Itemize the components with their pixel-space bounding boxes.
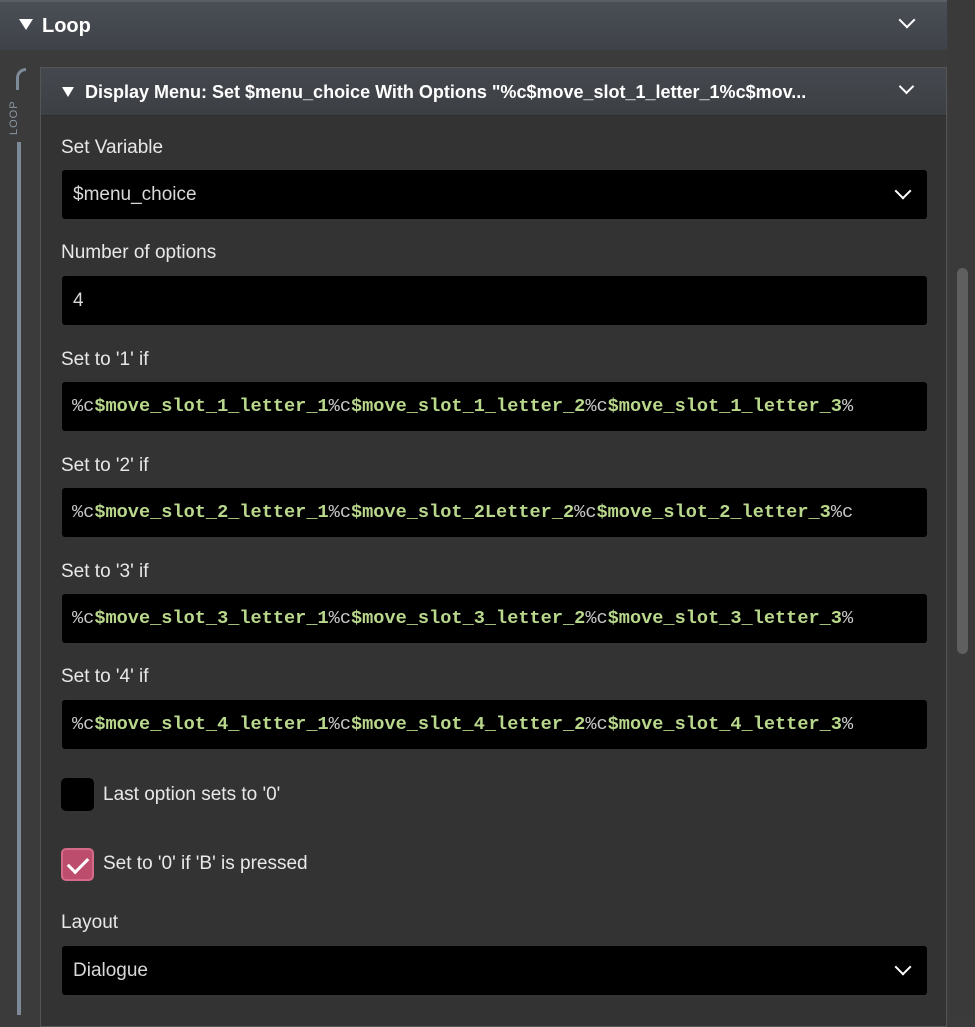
scrollbar-thumb[interactable] — [957, 268, 968, 654]
option-2-input[interactable]: %c$move_slot_2_letter_1%c$move_slot_2Let… — [62, 488, 927, 537]
variable-token: $move_slot_1_letter_2 — [350, 396, 586, 417]
format-token: %c — [72, 714, 95, 735]
b-pressed-zero-checkbox[interactable] — [61, 848, 94, 881]
format-token: % — [841, 608, 854, 629]
variable-token: $move_slot_3_letter_1 — [94, 608, 329, 629]
last-option-zero-checkbox[interactable] — [61, 778, 94, 811]
format-token: %c — [328, 502, 351, 523]
variable-token: $move_slot_4_letter_1 — [94, 714, 329, 735]
format-token: %c — [328, 396, 351, 417]
option-2-label: Set to '2' if — [61, 455, 149, 476]
option-4-input[interactable]: %c$move_slot_4_letter_1%c$move_slot_4_le… — [62, 700, 927, 749]
event-title: Display Menu: Set $menu_choice With Opti… — [85, 82, 807, 102]
format-token: %c — [830, 502, 854, 523]
loop-title: Loop — [42, 15, 91, 37]
format-token: % — [841, 714, 854, 735]
format-token: % — [841, 396, 854, 417]
variable-token: $move_slot_2_letter_1 — [94, 502, 329, 523]
format-token: %c — [72, 502, 95, 523]
set-variable-label: Set Variable — [61, 137, 164, 158]
option-1-label: Set to '1' if — [61, 349, 149, 370]
chevron-down-icon[interactable] — [898, 78, 915, 95]
loop-rail-line — [17, 142, 21, 1015]
format-token: %c — [328, 608, 351, 629]
option-1-input[interactable]: %c$move_slot_1_letter_1%c$move_slot_1_le… — [62, 382, 927, 431]
b-pressed-zero-label: Set to '0' if 'B' is pressed — [103, 853, 308, 874]
variable-token: $move_slot_2_letter_3 — [596, 502, 831, 523]
layout-value: Dialogue — [73, 960, 148, 981]
variable-token: $move_slot_2Letter_2 — [350, 502, 575, 523]
chevron-down-icon[interactable] — [894, 182, 912, 200]
set-variable-value: $menu_choice — [73, 184, 197, 205]
loop-rail-hook — [16, 68, 26, 90]
option-4-label: Set to '4' if — [61, 666, 149, 687]
checkmark-icon — [66, 851, 90, 875]
format-token: %c — [585, 396, 608, 417]
loop-rail-label: LOOP — [8, 100, 20, 136]
format-token: %c — [585, 608, 608, 629]
format-token: %c — [574, 502, 597, 523]
variable-token: $move_slot_1_letter_3 — [607, 396, 842, 417]
variable-token: $move_slot_1_letter_1 — [94, 396, 329, 417]
event-header[interactable]: Display Menu: Set $menu_choice With Opti… — [41, 68, 946, 116]
chevron-down-icon[interactable] — [894, 958, 912, 976]
number-of-options-value: 4 — [73, 290, 84, 311]
collapse-triangle-icon[interactable] — [62, 87, 74, 97]
variable-token: $move_slot_3_letter_3 — [607, 608, 842, 629]
loop-header[interactable]: Loop — [0, 0, 947, 50]
number-of-options-input[interactable]: 4 — [62, 276, 927, 325]
format-token: %c — [72, 396, 95, 417]
collapse-triangle-icon[interactable] — [19, 19, 33, 30]
last-option-zero-label: Last option sets to '0' — [103, 784, 281, 805]
variable-token: $move_slot_4_letter_2 — [350, 714, 586, 735]
format-token: %c — [585, 714, 608, 735]
layout-select[interactable]: Dialogue — [62, 946, 927, 995]
chevron-down-icon[interactable] — [898, 11, 916, 29]
option-3-label: Set to '3' if — [61, 561, 149, 582]
number-of-options-label: Number of options — [61, 242, 217, 263]
option-3-input[interactable]: %c$move_slot_3_letter_1%c$move_slot_3_le… — [62, 594, 927, 643]
format-token: %c — [72, 608, 95, 629]
variable-token: $move_slot_4_letter_3 — [607, 714, 842, 735]
layout-label: Layout — [61, 912, 119, 933]
variable-token: $move_slot_3_letter_2 — [350, 608, 586, 629]
format-token: %c — [328, 714, 351, 735]
set-variable-select[interactable]: $menu_choice — [62, 170, 927, 219]
